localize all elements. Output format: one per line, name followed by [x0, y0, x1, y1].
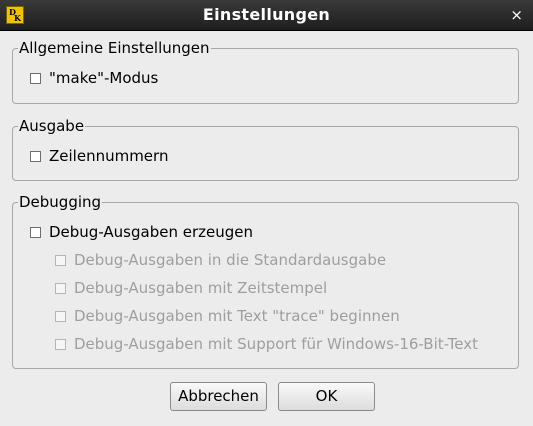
group-debugging-label: Debugging	[18, 193, 103, 211]
group-general-label: Allgemeine Einstellungen	[18, 39, 211, 57]
checkbox-label: Debug-Ausgaben mit Zeitstempel	[74, 279, 328, 297]
title-bar[interactable]: D K Einstellungen ×	[0, 0, 533, 31]
checkbox-label: Debug-Ausgaben mit Support für Windows-1…	[74, 335, 478, 353]
checkbox-box[interactable]	[30, 73, 41, 84]
group-general: Allgemeine Einstellungen "make"-Modus	[12, 39, 519, 104]
ok-button[interactable]: OK	[278, 382, 375, 411]
group-output-label: Ausgabe	[18, 117, 86, 135]
window-title: Einstellungen	[202, 5, 331, 24]
checkbox-label: Zeilennummern	[49, 147, 169, 165]
checkbox-label: "make"-Modus	[49, 69, 159, 87]
checkbox-label: Debug-Ausgaben mit Text "trace" beginnen	[74, 307, 400, 325]
checkbox-box[interactable]	[55, 283, 66, 294]
checkbox-box[interactable]	[55, 311, 66, 322]
checkbox-label: Debug-Ausgaben erzeugen	[49, 223, 253, 241]
cancel-button[interactable]: Abbrechen	[170, 382, 267, 411]
group-debugging: Debugging Debug-Ausgaben erzeugen Debug-…	[12, 193, 519, 369]
group-output: Ausgabe Zeilennummern	[12, 117, 519, 181]
checkbox-box[interactable]	[30, 151, 41, 162]
checkbox-box[interactable]	[55, 339, 66, 350]
checkbox-label: Debug-Ausgaben in die Standardausgabe	[74, 251, 387, 269]
close-icon[interactable]: ×	[510, 6, 523, 24]
checkbox-box[interactable]	[55, 255, 66, 266]
checkbox-box[interactable]	[30, 227, 41, 238]
